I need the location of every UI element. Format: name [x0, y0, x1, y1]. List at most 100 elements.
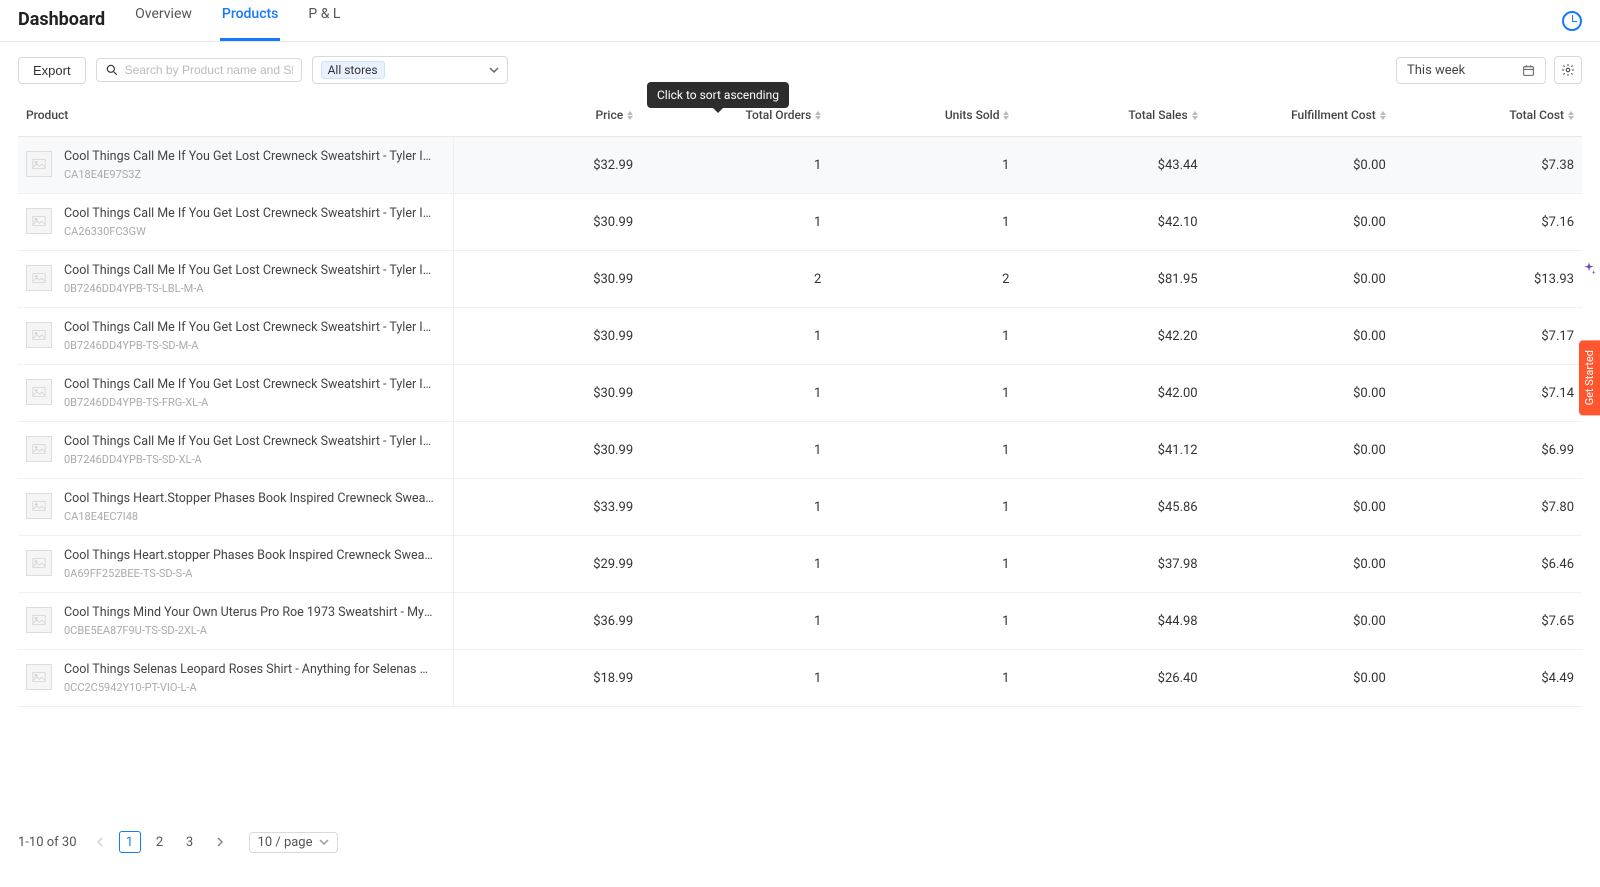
product-sku: CA18E4EC7I48: [64, 510, 445, 523]
cell-orders: 1: [641, 365, 829, 422]
chevron-down-icon: [319, 837, 329, 847]
cell-orders: 1: [641, 650, 829, 707]
cell-units: 2: [829, 251, 1017, 308]
cell-orders: 1: [641, 479, 829, 536]
table-row[interactable]: Cool Things Call Me If You Get Lost Crew…: [18, 365, 1582, 422]
cell-price: $30.99: [453, 308, 641, 365]
cell-fulfillment: $0.00: [1206, 365, 1394, 422]
cell-price: $36.99: [453, 593, 641, 650]
cell-fulfillment: $0.00: [1206, 194, 1394, 251]
cell-fulfillment: $0.00: [1206, 251, 1394, 308]
col-price[interactable]: Price: [453, 98, 641, 137]
search-input-wrap[interactable]: [96, 58, 302, 82]
cell-product: Cool Things Mind Your Own Uterus Pro Roe…: [18, 593, 453, 650]
products-table: Product Price Total Orders Units Sold To…: [18, 98, 1582, 707]
product-thumbnail: [26, 208, 52, 234]
cell-sales: $42.00: [1017, 365, 1205, 422]
cell-price: $30.99: [453, 365, 641, 422]
product-thumbnail: [26, 664, 52, 690]
product-name: Cool Things Heart.Stopper Phases Book In…: [64, 491, 434, 506]
col-product[interactable]: Product: [18, 98, 453, 137]
product-thumbnail: [26, 322, 52, 348]
cell-cost: $7.80: [1394, 479, 1582, 536]
cell-sales: $42.10: [1017, 194, 1205, 251]
cell-cost: $7.17: [1394, 308, 1582, 365]
prev-page[interactable]: [89, 831, 111, 853]
cell-product: Cool Things Call Me If You Get Lost Crew…: [18, 422, 453, 479]
col-units-sold[interactable]: Units Sold: [829, 98, 1017, 137]
product-name: Cool Things Call Me If You Get Lost Crew…: [64, 206, 434, 221]
store-select[interactable]: All stores: [312, 56, 508, 84]
get-started-tab[interactable]: Get Started: [1579, 340, 1600, 415]
product-name: Cool Things Call Me If You Get Lost Crew…: [64, 149, 434, 164]
calendar-icon: [1522, 64, 1535, 77]
product-name: Cool Things Heart.stopper Phases Book In…: [64, 548, 434, 563]
product-name: Cool Things Call Me If You Get Lost Crew…: [64, 263, 434, 278]
chevron-left-icon: [96, 837, 104, 847]
cell-fulfillment: $0.00: [1206, 137, 1394, 194]
settings-button[interactable]: [1554, 56, 1582, 84]
cell-price: $32.99: [453, 137, 641, 194]
cell-cost: $4.49: [1394, 650, 1582, 707]
tab-pl[interactable]: P & L: [306, 0, 342, 41]
page-3[interactable]: 3: [179, 831, 201, 853]
cell-fulfillment: $0.00: [1206, 650, 1394, 707]
table-row[interactable]: Cool Things Call Me If You Get Lost Crew…: [18, 194, 1582, 251]
store-chip: All stores: [321, 61, 385, 79]
cell-orders: 1: [641, 536, 829, 593]
table-row[interactable]: Cool Things Heart.stopper Phases Book In…: [18, 536, 1582, 593]
next-page[interactable]: [209, 831, 231, 853]
cell-fulfillment: $0.00: [1206, 593, 1394, 650]
pages: 1 2 3 10 / page: [89, 831, 338, 853]
product-sku: 0B7246DD4YPB-TS-SD-M-A: [64, 339, 445, 352]
product-name: Cool Things Call Me If You Get Lost Crew…: [64, 434, 434, 449]
cell-price: $30.99: [453, 422, 641, 479]
cell-price: $30.99: [453, 194, 641, 251]
cell-price: $29.99: [453, 536, 641, 593]
date-range-select[interactable]: This week: [1396, 57, 1546, 84]
col-total-orders[interactable]: Total Orders: [641, 98, 829, 137]
product-sku: 0CBE5EA87F9U-TS-SD-2XL-A: [64, 624, 445, 637]
gear-icon: [1561, 63, 1575, 77]
pagination-summary: 1-10 of 30: [18, 835, 77, 850]
table-row[interactable]: Cool Things Call Me If You Get Lost Crew…: [18, 422, 1582, 479]
cell-units: 1: [829, 479, 1017, 536]
table-row[interactable]: Cool Things Mind Your Own Uterus Pro Roe…: [18, 593, 1582, 650]
cell-product: Cool Things Selenas Leopard Roses Shirt …: [18, 650, 453, 707]
cell-product: Cool Things Call Me If You Get Lost Crew…: [18, 308, 453, 365]
cell-units: 1: [829, 593, 1017, 650]
tab-overview[interactable]: Overview: [133, 0, 194, 41]
table-row[interactable]: Cool Things Call Me If You Get Lost Crew…: [18, 137, 1582, 194]
table-row[interactable]: Cool Things Call Me If You Get Lost Crew…: [18, 251, 1582, 308]
table-row[interactable]: Cool Things Heart.Stopper Phases Book In…: [18, 479, 1582, 536]
col-fulfillment-cost[interactable]: Fulfillment Cost: [1206, 98, 1394, 137]
toolbar-right: This week: [1396, 56, 1582, 84]
col-total-sales[interactable]: Total Sales: [1017, 98, 1205, 137]
search-input[interactable]: [125, 63, 293, 77]
tab-products[interactable]: Products: [220, 0, 281, 41]
table-row[interactable]: Cool Things Selenas Leopard Roses Shirt …: [18, 650, 1582, 707]
page-2[interactable]: 2: [149, 831, 171, 853]
page-size-select[interactable]: 10 / page: [249, 832, 338, 853]
cell-units: 1: [829, 194, 1017, 251]
header-left: Dashboard Overview Products P & L: [18, 0, 342, 41]
pagination: 1-10 of 30 1 2 3 10 / page: [18, 831, 338, 853]
cell-sales: $81.95: [1017, 251, 1205, 308]
cell-price: $18.99: [453, 650, 641, 707]
export-button[interactable]: Export: [18, 57, 86, 84]
col-total-cost[interactable]: Total Cost: [1394, 98, 1582, 137]
page-1[interactable]: 1: [119, 831, 141, 853]
cell-product: Cool Things Call Me If You Get Lost Crew…: [18, 365, 453, 422]
product-sku: 0CC2C5942Y10-PT-VIO-L-A: [64, 681, 445, 694]
product-sku: 0B7246DD4YPB-TS-FRG-XL-A: [64, 396, 445, 409]
clock-icon[interactable]: [1562, 11, 1582, 31]
search-icon: [105, 63, 119, 77]
header-bar: Dashboard Overview Products P & L: [0, 0, 1600, 42]
cell-cost: $7.65: [1394, 593, 1582, 650]
page-title: Dashboard: [18, 0, 105, 41]
table-row[interactable]: Cool Things Call Me If You Get Lost Crew…: [18, 308, 1582, 365]
sparkle-icon[interactable]: [1578, 258, 1600, 280]
cell-cost: $6.99: [1394, 422, 1582, 479]
product-thumbnail: [26, 607, 52, 633]
cell-orders: 1: [641, 194, 829, 251]
